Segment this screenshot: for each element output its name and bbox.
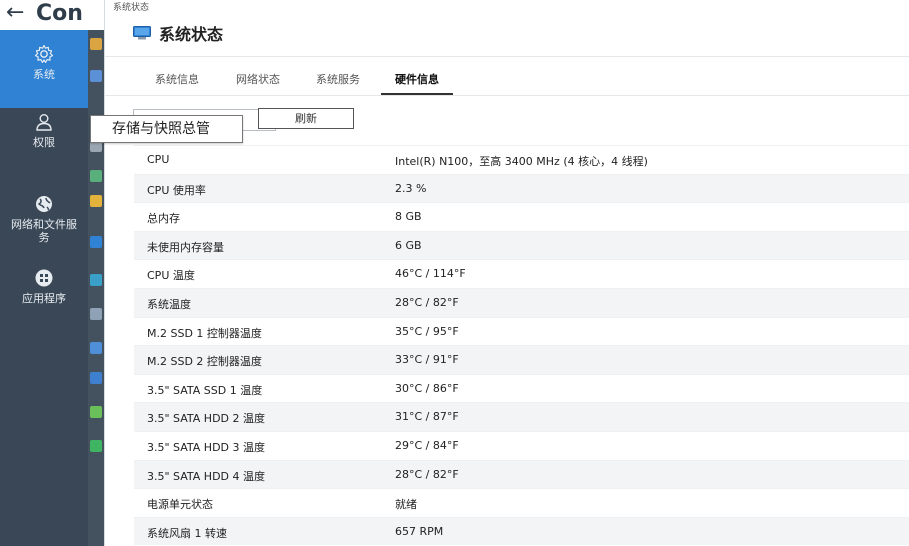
- sidebar-item-network-file-services[interactable]: 网络和文件服务: [0, 194, 88, 264]
- table-row: 系统温度 28°C / 82°F: [134, 287, 909, 317]
- hardware-info-table: CPU Intel(R) N100，至高 3400 MHz (4 核心，4 线程)…: [134, 145, 909, 546]
- monitor-icon: [133, 26, 151, 40]
- sidebar-item-label: 应用程序: [22, 292, 66, 305]
- sidebar-item-system[interactable]: 系统: [0, 30, 88, 108]
- row-label: CPU 使用率: [147, 183, 206, 197]
- tab-system-services[interactable]: 系统服务: [302, 71, 374, 95]
- table-row: CPU Intel(R) N100，至高 3400 MHz (4 核心，4 线程): [134, 145, 909, 174]
- tab-network-status[interactable]: 网络状态: [222, 71, 294, 95]
- row-label: 电源单元状态: [147, 498, 213, 512]
- row-value: 30°C / 86°F: [395, 381, 459, 395]
- app-list-icon[interactable]: [90, 372, 102, 384]
- app-list-icon[interactable]: [90, 274, 102, 286]
- row-value: 46°C / 114°F: [395, 267, 466, 281]
- app-list-icon[interactable]: [90, 236, 102, 248]
- sidebar-item-label: 权限: [33, 136, 55, 149]
- row-label: 系统温度: [147, 297, 191, 311]
- row-value: 8 GB: [395, 210, 422, 224]
- app-list-icon[interactable]: [90, 308, 102, 320]
- row-value: 29°C / 84°F: [395, 438, 459, 452]
- row-label: 3.5" SATA HDD 4 温度: [147, 469, 265, 483]
- row-label: CPU: [147, 153, 170, 166]
- app-list-icon[interactable]: [90, 342, 102, 354]
- system-status-window: 系统状态 系统状态 系统信息 网络状态 系统服务 硬件信息 刷新 CPU Inte…: [104, 0, 909, 546]
- tab-system-info[interactable]: 系统信息: [141, 71, 213, 95]
- tab-hardware-info[interactable]: 硬件信息: [381, 71, 453, 95]
- table-row: 3.5" SATA HDD 3 温度 29°C / 84°F: [134, 430, 909, 460]
- table-row: 未使用内存容量 6 GB: [134, 230, 909, 260]
- back-arrow-icon[interactable]: ←: [6, 0, 24, 28]
- sidebar-item-label: 系统: [33, 68, 55, 81]
- table-row: M.2 SSD 2 控制器温度 33°C / 91°F: [134, 345, 909, 374]
- row-value: 28°C / 82°F: [395, 295, 459, 309]
- row-label: CPU 温度: [147, 269, 195, 283]
- app-list-column: [88, 30, 104, 546]
- table-row: 电源单元状态 就绪: [134, 488, 909, 517]
- globe-icon: [36, 196, 52, 212]
- row-label: 未使用内存容量: [147, 240, 224, 254]
- user-icon: [36, 114, 52, 131]
- table-row: 总内存 8 GB: [134, 202, 909, 231]
- table-row: M.2 SSD 1 控制器温度 35°C / 95°F: [134, 316, 909, 346]
- sidebar-item-label: 网络和文件服务: [11, 218, 77, 244]
- refresh-button[interactable]: 刷新: [258, 108, 354, 129]
- row-label: M.2 SSD 1 控制器温度: [147, 326, 262, 340]
- page-title: 系统状态: [159, 25, 224, 44]
- row-value: 35°C / 95°F: [395, 324, 459, 338]
- sidebar-item-privilege[interactable]: 权限: [0, 112, 88, 172]
- row-value: 31°C / 87°F: [395, 410, 459, 424]
- row-label: 3.5" SATA SSD 1 温度: [147, 383, 263, 397]
- app-list-icon[interactable]: [90, 440, 102, 452]
- row-label: 3.5" SATA HDD 3 温度: [147, 440, 265, 454]
- app-list-icon[interactable]: [90, 406, 102, 418]
- window-titlebar: 系统状态: [113, 3, 150, 13]
- row-value: 33°C / 91°F: [395, 353, 459, 367]
- control-panel-title: Con: [36, 1, 83, 26]
- table-row: 3.5" SATA HDD 4 温度 28°C / 82°F: [134, 459, 909, 489]
- row-value: 6 GB: [395, 238, 422, 252]
- row-value: 657 RPM: [395, 524, 444, 538]
- row-label: 总内存: [147, 212, 180, 226]
- table-row: 3.5" SATA HDD 2 温度 31°C / 87°F: [134, 402, 909, 431]
- app-list-icon[interactable]: [90, 38, 102, 50]
- sidebar-item-applications[interactable]: 应用程序: [0, 268, 88, 328]
- row-value: 2.3 %: [395, 181, 427, 195]
- window-heading: 系统状态: [133, 20, 223, 46]
- table-row: CPU 温度 46°C / 114°F: [134, 259, 909, 288]
- app-list-icon[interactable]: [90, 70, 102, 82]
- tooltip: 存储与快照总管: [90, 115, 243, 143]
- table-row: CPU 使用率 2.3 %: [134, 173, 909, 203]
- app-list-icon[interactable]: [90, 195, 102, 207]
- row-label: M.2 SSD 2 控制器温度: [147, 355, 262, 369]
- gear-icon: [34, 44, 54, 63]
- app-list-icon[interactable]: [90, 170, 102, 182]
- sidebar: 系统 权限 网络和文件服务 应用程序: [0, 30, 88, 546]
- row-value: Intel(R) N100，至高 3400 MHz (4 核心，4 线程): [395, 155, 648, 168]
- row-label: 3.5" SATA HDD 2 温度: [147, 412, 265, 426]
- row-label: 系统风扇 1 转速: [147, 526, 227, 540]
- row-value: 就绪: [395, 498, 417, 512]
- row-value: 28°C / 82°F: [395, 467, 459, 481]
- screen: ← Con 系统 权限 网络和文件服务 应用程序 系统状态 系统状态 系统信息 …: [0, 0, 909, 546]
- tab-bar: 系统信息 网络状态 系统服务 硬件信息: [105, 56, 909, 96]
- table-row: 3.5" SATA SSD 1 温度 30°C / 86°F: [134, 373, 909, 403]
- table-row: 系统风扇 1 转速 657 RPM: [134, 516, 909, 546]
- apps-grid-icon: [35, 269, 53, 287]
